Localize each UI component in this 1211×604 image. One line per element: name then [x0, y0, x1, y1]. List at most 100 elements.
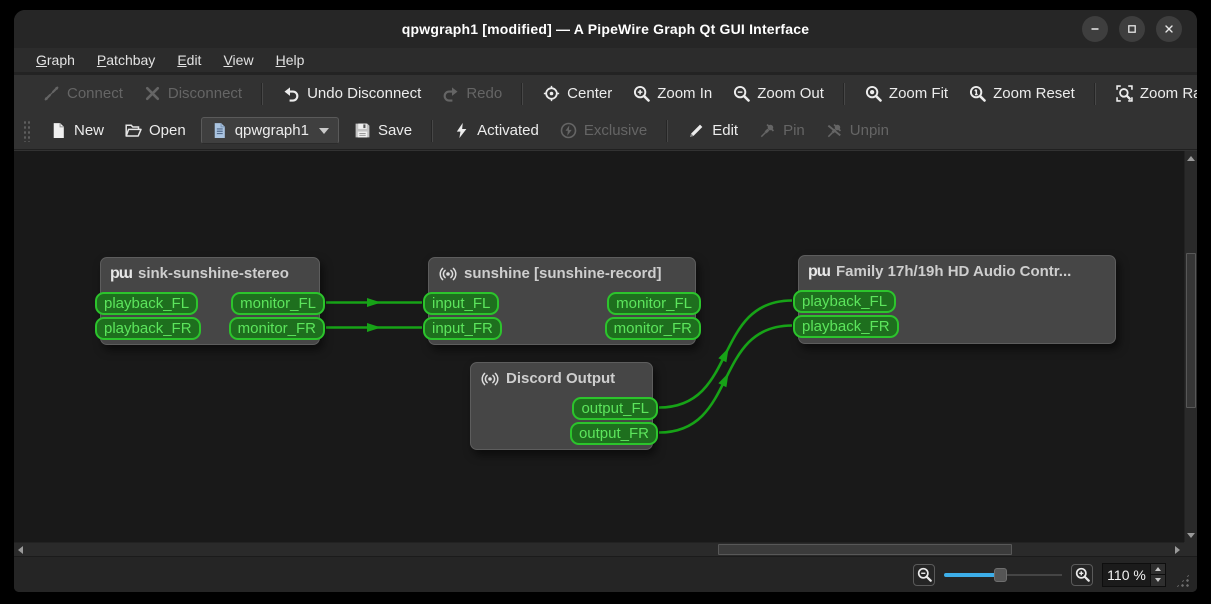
statusbar-zoom-in-button[interactable] [1071, 563, 1093, 586]
disconnect-button: Disconnect [135, 80, 251, 107]
toolbar-patchbay: New Open qpwgraph1 Save Activated Exclusive Ed… [14, 112, 1197, 149]
zoom-percent-spinbox[interactable]: 110 % [1102, 562, 1166, 587]
port-playback_FR[interactable]: playback_FR [95, 317, 201, 340]
close-button[interactable] [1156, 16, 1182, 42]
new-button[interactable]: New [41, 117, 113, 144]
port-output_FL[interactable]: output_FL [572, 397, 658, 420]
minimize-button[interactable] [1082, 16, 1108, 42]
zoom-range-button[interactable]: Zoom Range [1107, 80, 1197, 107]
vertical-scrollbar-thumb[interactable] [1186, 253, 1196, 408]
connection-arrow-icon [718, 372, 729, 388]
node-title-bar: Discord Output [480, 370, 646, 387]
scroll-left-button[interactable] [14, 543, 27, 556]
new-file-icon [50, 122, 67, 139]
statusbar-zoom-out-button[interactable] [913, 563, 935, 586]
triangle-down-icon [1155, 578, 1161, 583]
menu-help[interactable]: Help [266, 49, 315, 71]
toolbar-button-label: Connect [67, 85, 123, 102]
port-playback_FR[interactable]: playback_FR [793, 315, 899, 338]
connection-arrow-icon [718, 347, 729, 363]
zoom-fit-icon [865, 85, 882, 102]
open-folder-icon [125, 122, 142, 139]
menu-patchbay[interactable]: Patchbay [87, 49, 165, 71]
vertical-scrollbar[interactable] [1184, 151, 1197, 542]
toolbar-button-label: Undo Disconnect [307, 85, 422, 102]
port-playback_FL[interactable]: playback_FL [95, 292, 199, 315]
port-output_FR[interactable]: output_FR [569, 422, 658, 445]
port-input_FR[interactable]: input_FR [423, 317, 502, 340]
activated-bolt-icon [453, 122, 470, 139]
node-title: sink-sunshine-stereo [138, 265, 289, 282]
zoom-fit-button[interactable]: Zoom Fit [856, 80, 957, 107]
zoom-reset-button[interactable]: Zoom Reset [960, 80, 1084, 107]
zoom-out-button[interactable]: Zoom Out [724, 80, 833, 107]
connect-button: Connect [34, 80, 132, 107]
center-icon [543, 85, 560, 102]
zoom-slider-handle[interactable] [994, 567, 1007, 582]
scroll-right-button[interactable] [1171, 543, 1184, 556]
toolbar-button-label: Redo [466, 85, 503, 102]
close-icon [1163, 23, 1175, 35]
triangle-up-icon [1187, 155, 1195, 161]
toolbar-button-label: Exclusive [583, 122, 648, 139]
activated-button[interactable]: Activated [444, 117, 548, 144]
triangle-right-icon [1175, 545, 1180, 554]
spin-down-button[interactable] [1151, 575, 1165, 586]
toolbar-separator [667, 119, 669, 142]
triangle-up-icon [1155, 566, 1161, 571]
toolbar-main-items: Connect Disconnect Undo Disconnect Redo Cent… [34, 80, 1197, 107]
node-sunshine[interactable]: sunshine [sunshine-record] input_FL input_… [423, 257, 701, 345]
horizontal-scrollbar[interactable] [14, 542, 1184, 556]
app-window: qpwgraph1 [modified] — A PipeWire Graph … [14, 10, 1197, 592]
menu-view[interactable]: View [213, 49, 263, 71]
port-monitor_FL[interactable]: monitor_FL [607, 292, 701, 315]
zoom-in-icon [1075, 567, 1090, 582]
toolbar-button-label: Save [377, 122, 413, 139]
node-title: sunshine [sunshine-record] [464, 265, 662, 282]
port-playback_FL[interactable]: playback_FL [793, 290, 897, 313]
node-discord[interactable]: Discord Output output_FL output_FR [470, 362, 658, 450]
zoom-percent-value: 110 % [1107, 566, 1146, 583]
zoom-slider[interactable] [944, 566, 1062, 584]
triangle-down-icon [1187, 532, 1195, 538]
connect-icon [43, 85, 60, 102]
toolbar-button-label: Activated [477, 122, 539, 139]
toolbar-button-label: Disconnect [167, 85, 243, 102]
edit-button[interactable]: Edit [679, 117, 747, 144]
patchbay-selector-combo[interactable]: qpwgraph1 [200, 117, 339, 144]
menu-graph[interactable]: Graph [26, 49, 85, 71]
toolbar-button-label: Center [567, 85, 613, 102]
zoom-in-button[interactable]: Zoom In [624, 80, 721, 107]
resize-grip[interactable] [1175, 572, 1191, 589]
node-family[interactable]: pɯ Family 17h/19h HD Audio Contr... playba… [793, 255, 1116, 344]
port-input_FL[interactable]: input_FL [423, 292, 500, 315]
open-button[interactable]: Open [116, 117, 195, 144]
unpin-button: Unpin [817, 117, 898, 144]
maximize-button[interactable] [1119, 16, 1145, 42]
center-button[interactable]: Center [534, 80, 621, 107]
undo-disconnect-button[interactable]: Undo Disconnect [274, 80, 430, 107]
graph-viewport[interactable]: pɯ sink-sunshine-stereo playback_FL playbac… [14, 151, 1184, 542]
node-sink[interactable]: pɯ sink-sunshine-stereo playback_FL playbac… [95, 257, 325, 345]
horizontal-scrollbar-thumb[interactable] [718, 544, 1012, 555]
spin-up-button[interactable] [1151, 563, 1165, 575]
connection-arrow-icon [367, 298, 381, 307]
spinbox-steppers [1150, 563, 1165, 586]
redo-icon [442, 85, 459, 102]
toolbar-separator [262, 82, 264, 105]
port-monitor_FR[interactable]: monitor_FR [604, 317, 701, 340]
statusbar: 110 % [14, 556, 1197, 592]
node-title: Discord Output [506, 370, 616, 387]
scroll-up-button[interactable] [1185, 151, 1197, 165]
unpin-icon [826, 122, 843, 139]
graph-canvas-area: pɯ sink-sunshine-stereo playback_FL playbac… [14, 149, 1197, 556]
port-monitor_FL[interactable]: monitor_FL [231, 292, 325, 315]
save-button[interactable]: Save [345, 117, 421, 144]
toolbar-drag-handle[interactable] [23, 119, 30, 142]
port-monitor_FR[interactable]: monitor_FR [228, 317, 325, 340]
node-title-bar: pɯ Family 17h/19h HD Audio Contr... [808, 263, 1109, 280]
titlebar[interactable]: qpwgraph1 [modified] — A PipeWire Graph … [14, 10, 1197, 48]
scroll-down-button[interactable] [1185, 528, 1197, 542]
minimize-icon [1089, 23, 1101, 35]
menu-edit[interactable]: Edit [167, 49, 211, 71]
